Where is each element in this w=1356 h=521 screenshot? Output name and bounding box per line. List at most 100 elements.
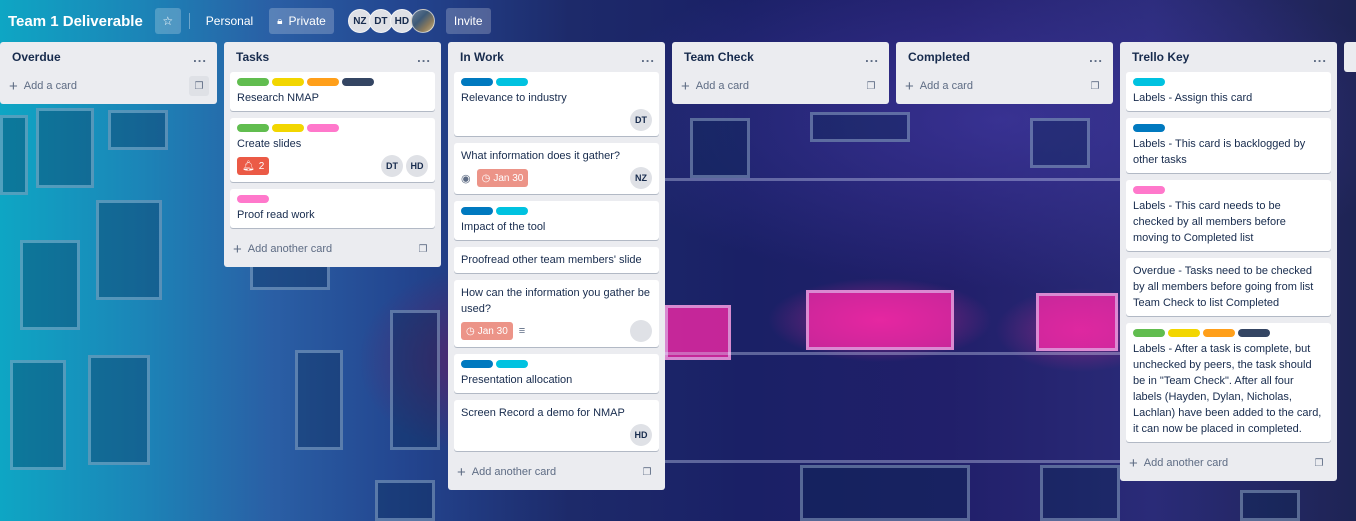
lock-icon: 🔒︎ — [277, 15, 283, 27]
list-title[interactable]: In Work — [460, 50, 504, 64]
card-member-avatar[interactable]: DT — [630, 109, 652, 131]
card-title: Labels - Assign this card — [1133, 92, 1253, 104]
label-blue — [461, 360, 493, 368]
add-card-row: + Add a card ❐ — [672, 72, 889, 100]
list-title[interactable]: Tasks — [236, 50, 269, 64]
card-title: Research NMAP — [237, 92, 319, 104]
list-title[interactable]: Trello Key — [1132, 50, 1189, 64]
card-labels — [1133, 329, 1324, 337]
list-menu-icon[interactable]: ... — [193, 50, 207, 65]
plus-icon: + — [457, 463, 466, 481]
card-member-avatar[interactable]: DT — [381, 155, 403, 177]
label-sky — [1133, 78, 1165, 86]
label-blue — [461, 78, 493, 86]
list-title[interactable]: Overdue — [12, 50, 61, 64]
card-template-icon[interactable]: ❐ — [413, 239, 433, 259]
label-green — [237, 124, 269, 132]
card-member-avatar[interactable]: HD — [630, 424, 652, 446]
add-card-button[interactable]: + Add a card — [905, 77, 973, 95]
list-menu-icon[interactable]: ... — [1313, 50, 1327, 65]
next-list-edge[interactable] — [1344, 42, 1356, 72]
invite-button[interactable]: Invite — [445, 8, 491, 34]
add-card-label: Add a card — [695, 80, 749, 92]
card[interactable]: Proof read work — [230, 189, 435, 228]
card-labels — [237, 124, 428, 132]
card-labels — [1133, 78, 1324, 86]
board-members: NZ DT HD — [347, 9, 435, 33]
plus-icon: + — [1129, 454, 1138, 472]
list-trello-key: Trello Key ... Labels - Assign this card… — [1120, 42, 1337, 481]
plus-icon: + — [233, 240, 242, 258]
due-date-badge[interactable]: ◷ Jan 30 — [476, 169, 529, 187]
add-card-row: + Add another card ❐ — [1120, 449, 1337, 477]
list-title[interactable]: Completed — [908, 50, 970, 64]
card-template-icon[interactable]: ❐ — [1309, 453, 1329, 473]
plus-icon: + — [905, 77, 914, 95]
card-title: Overdue - Tasks need to be checked by al… — [1133, 265, 1314, 309]
card-labels — [1133, 186, 1324, 194]
card[interactable]: Labels - This card is backlogged by othe… — [1126, 118, 1331, 173]
member-photo-avatar[interactable] — [410, 9, 435, 33]
notification-count: 2 — [258, 160, 265, 172]
privacy-button[interactable]: 🔒︎ Private — [269, 8, 334, 34]
card[interactable]: Labels - After a task is complete, but u… — [1126, 323, 1331, 442]
card-member-photo-avatar[interactable] — [630, 320, 652, 342]
due-date-badge[interactable]: ◷ Jan 30 — [461, 322, 513, 340]
add-card-button[interactable]: + Add a card — [681, 79, 749, 94]
add-card-label: Add another card — [471, 466, 557, 478]
card[interactable]: Screen Record a demo for NMAP HD — [454, 400, 659, 451]
card-title: Labels - This card is backlogged by othe… — [1133, 138, 1306, 166]
add-card-row: + Add a card ❐ — [0, 72, 217, 100]
card[interactable]: Labels - This card needs to be checked b… — [1126, 180, 1331, 251]
card[interactable]: Impact of the tool — [454, 201, 659, 240]
eye-icon: ◉ — [461, 172, 471, 185]
card-member-avatar[interactable]: NZ — [630, 167, 652, 189]
card-template-icon[interactable]: ❐ — [189, 76, 209, 96]
card[interactable]: How can the information you gather be us… — [454, 280, 659, 347]
label-green — [1133, 329, 1165, 337]
card-title: Create slides — [237, 138, 302, 150]
card[interactable]: Overdue - Tasks need to be checked by al… — [1126, 258, 1331, 316]
card[interactable]: Proofread other team members' slide — [454, 247, 659, 273]
header-divider — [188, 13, 190, 29]
card-labels — [461, 78, 652, 86]
list-menu-icon[interactable]: ... — [865, 50, 879, 65]
card-title: Labels - After a task is complete, but u… — [1133, 343, 1322, 435]
plus-icon: + — [9, 77, 18, 95]
list-menu-icon[interactable]: ... — [417, 50, 431, 65]
label-green — [237, 78, 269, 86]
label-sky — [496, 360, 528, 368]
card-member-avatar[interactable]: HD — [406, 155, 428, 177]
add-card-button[interactable]: + Add another card — [1129, 454, 1228, 472]
card-labels — [461, 360, 652, 368]
description-icon: ≡ — [518, 325, 526, 337]
card[interactable]: Labels - Assign this card — [1126, 72, 1331, 111]
card-template-icon[interactable]: ❐ — [1085, 76, 1105, 96]
star-button[interactable]: ☆ — [154, 8, 181, 34]
list-team-check: Team Check ... + Add a card ❐ — [672, 42, 889, 104]
card-template-icon[interactable]: ❐ — [861, 76, 881, 96]
team-visibility-button[interactable]: Personal — [198, 8, 261, 34]
card[interactable]: Presentation allocation — [454, 354, 659, 393]
card[interactable]: Research NMAP — [230, 72, 435, 111]
card-title: What information does it gather? — [461, 150, 620, 162]
label-pink — [1133, 186, 1165, 194]
card[interactable]: Create slides 🔔︎ 2 DT HD — [230, 118, 435, 182]
add-card-label: Add another card — [247, 243, 333, 255]
add-card-button[interactable]: + Add a card — [9, 77, 77, 95]
add-card-button[interactable]: + Add another card — [233, 240, 333, 258]
label-sky — [496, 207, 528, 215]
label-orange — [307, 78, 339, 86]
add-card-button[interactable]: + Add another card — [457, 463, 557, 481]
card-title: How can the information you gather be us… — [461, 287, 650, 315]
card-title: Relevance to industry — [461, 92, 567, 104]
board-title[interactable]: Team 1 Deliverable — [8, 13, 143, 30]
label-orange — [1203, 329, 1235, 337]
due-date-label: Jan 30 — [477, 325, 508, 337]
list-menu-icon[interactable]: ... — [1089, 50, 1103, 65]
card[interactable]: What information does it gather? ◉ ◷ Jan… — [454, 143, 659, 194]
card[interactable]: Relevance to industry DT — [454, 72, 659, 136]
card-template-icon[interactable]: ❐ — [637, 462, 657, 482]
list-title[interactable]: Team Check — [684, 50, 754, 64]
list-menu-icon[interactable]: ... — [641, 50, 655, 65]
